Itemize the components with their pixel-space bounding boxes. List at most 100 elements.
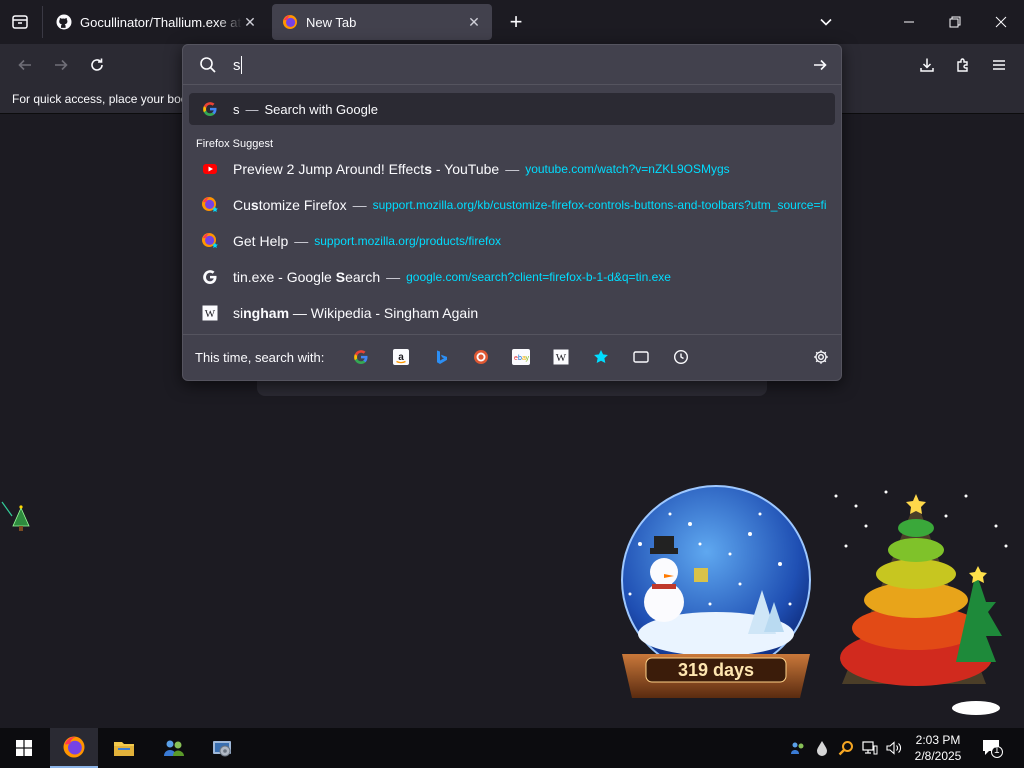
reload-icon	[91, 58, 103, 71]
firefox-icon	[201, 232, 219, 250]
network-icon	[862, 741, 878, 755]
go-button[interactable]	[807, 53, 833, 77]
speaker-icon	[886, 741, 901, 755]
new-tab-button[interactable]: +	[502, 8, 530, 36]
windows-taskbar: 2:03 PM 2/8/2025 1	[0, 728, 1024, 768]
engine-ebay-button[interactable]: ebay	[511, 347, 531, 367]
list-all-tabs-button[interactable]	[812, 8, 840, 36]
wikipedia-icon: W	[201, 304, 219, 322]
suggestion-title: Get Help	[233, 233, 289, 249]
text-caret	[241, 56, 242, 74]
youtube-icon	[201, 160, 219, 178]
tray-app-icon[interactable]	[788, 738, 808, 758]
people-network-icon	[164, 740, 184, 756]
folder-icon	[114, 742, 134, 756]
taskbar-file-explorer[interactable]	[100, 728, 148, 768]
gear-icon	[814, 350, 828, 364]
suggestion-url: support.mozilla.org/products/firefox	[314, 234, 501, 248]
bing-icon	[437, 350, 447, 364]
forward-button[interactable]	[46, 50, 76, 80]
search-history-button[interactable]	[671, 347, 691, 367]
people-tray-icon	[791, 742, 804, 754]
volume-button[interactable]	[884, 738, 904, 758]
restore-icon	[949, 16, 961, 28]
application-menu-button[interactable]	[984, 50, 1014, 80]
suggestion-wikipedia[interactable]: W singham — Wikipedia - Singham Again	[189, 297, 835, 329]
minimize-button[interactable]	[886, 0, 932, 44]
notification-count: 1	[994, 745, 1000, 756]
action-center-button[interactable]: 1	[980, 736, 1004, 760]
search-bookmarks-button[interactable]	[591, 347, 611, 367]
downloads-button[interactable]	[912, 50, 942, 80]
back-button[interactable]	[10, 50, 40, 80]
engine-duckduckgo-button[interactable]	[471, 347, 491, 367]
history-icon	[673, 349, 689, 365]
tabs-icon	[633, 351, 649, 363]
suggestion-search-with-google[interactable]: s — Search with Google	[189, 93, 835, 125]
engine-google-button[interactable]	[351, 347, 371, 367]
close-tab-icon[interactable]: ✕	[242, 14, 258, 30]
engine-amazon-button[interactable]: a	[391, 347, 411, 367]
christmas-tree-widget	[834, 490, 1008, 715]
ebay-icon: ebay	[512, 349, 530, 365]
tab-separator	[42, 6, 43, 38]
minimize-icon	[904, 21, 914, 23]
suggestion-typed-text: s	[233, 101, 240, 117]
taskbar-firefox[interactable]	[50, 728, 98, 768]
close-icon	[995, 16, 1007, 28]
engine-bing-button[interactable]	[431, 347, 451, 367]
start-button[interactable]	[0, 728, 48, 768]
separator-dash: —	[505, 161, 520, 177]
urlbar-input[interactable]	[233, 55, 793, 75]
taskbar-clock[interactable]: 2:03 PM 2/8/2025	[906, 732, 970, 764]
suggestion-get-help[interactable]: Get Help — support.mozilla.org/products/…	[189, 225, 835, 257]
reload-button[interactable]	[82, 50, 112, 80]
google-icon	[201, 100, 219, 118]
magnifier-icon	[838, 741, 853, 756]
puzzle-piece-icon	[957, 58, 968, 72]
network-status-button[interactable]	[860, 738, 880, 758]
urlbar-input-row	[183, 45, 841, 85]
taskbar-network-app[interactable]	[150, 728, 198, 768]
suggestion-google-search[interactable]: tin.exe - Google Search — google.com/sea…	[189, 261, 835, 293]
bookmarks-star-icon	[594, 350, 608, 363]
engine-wikipedia-button[interactable]: W	[551, 347, 571, 367]
firefox-icon	[283, 15, 297, 29]
tab-new-tab[interactable]: New Tab ✕	[272, 4, 492, 40]
tray-search-button[interactable]	[836, 738, 856, 758]
search-tabs-button[interactable]	[631, 347, 651, 367]
suggestion-youtube[interactable]: Preview 2 Jump Around! Effects - YouTube…	[189, 153, 835, 185]
google-icon	[354, 350, 368, 365]
restore-button[interactable]	[932, 0, 978, 44]
days-counter-text: 319 days	[678, 660, 754, 680]
amazon-icon: a	[393, 349, 409, 365]
suggestion-customize-firefox[interactable]: Customize Firefox — support.mozilla.org/…	[189, 189, 835, 221]
suggestion-url: google.com/search?client=firefox-b-1-d&q…	[406, 270, 671, 284]
urlbar-dropdown: s — Search with Google Firefox Suggest P…	[182, 44, 842, 381]
tab-title: Gocullinator/Thallium.exe at ma	[80, 14, 242, 30]
small-christmas-tree-icon	[1, 501, 30, 531]
firefox-view-button[interactable]	[6, 8, 34, 36]
tray-drop-icon-button[interactable]	[812, 738, 832, 758]
download-icon	[920, 58, 934, 72]
google-icon	[201, 268, 219, 286]
arrow-right-icon	[814, 59, 827, 71]
clock-time: 2:03 PM	[915, 733, 961, 747]
suggestion-action-text: Search with Google	[264, 101, 378, 117]
separator-dash: —	[386, 269, 401, 285]
suggestion-title: singham — Wikipedia - Singham Again	[233, 305, 479, 321]
control-panel-icon	[213, 741, 231, 757]
close-tab-icon[interactable]: ✕	[466, 14, 482, 30]
separator-dash: —	[245, 101, 259, 117]
firefox-icon	[63, 736, 85, 758]
tab-github[interactable]: Gocullinator/Thallium.exe at ma ✕	[46, 4, 268, 40]
svg-text:y: y	[526, 355, 530, 362]
taskbar-control-panel[interactable]	[198, 728, 246, 768]
hamburger-menu-icon	[993, 60, 1005, 70]
close-window-button[interactable]	[978, 0, 1024, 44]
firefox-suggest-heading: Firefox Suggest	[196, 138, 274, 150]
search-settings-button[interactable]	[811, 347, 831, 367]
extensions-button[interactable]	[948, 50, 978, 80]
one-off-label: This time, search with:	[195, 350, 325, 365]
arrow-right-icon	[55, 59, 68, 71]
